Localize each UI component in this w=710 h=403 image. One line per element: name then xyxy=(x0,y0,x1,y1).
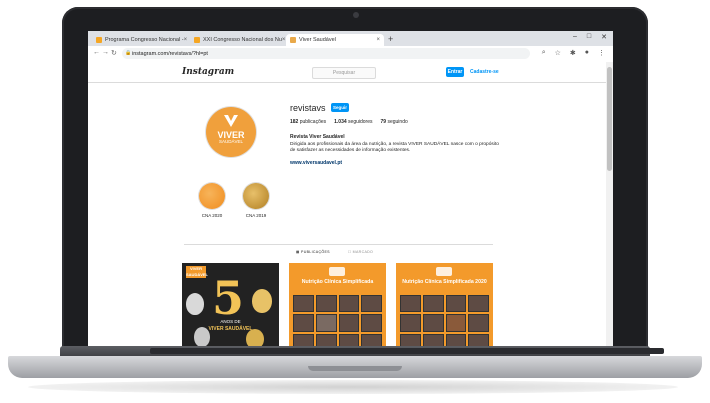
highlight-cover xyxy=(199,183,225,209)
laptop-screen: Programa Congresso Nacional - × XXI Cong… xyxy=(88,31,613,346)
avatar-brand-sub: SAUDÁVEL xyxy=(218,139,243,144)
forward-arrow-icon[interactable]: → xyxy=(102,49,109,56)
profile-avatar[interactable]: VIVER SAUDÁVEL xyxy=(206,107,256,157)
tab-programa[interactable]: Programa Congresso Nacional - × xyxy=(92,34,190,46)
profile-username: revistavs xyxy=(290,103,326,113)
favicon-icon xyxy=(290,37,296,43)
tab-publicacoes[interactable]: ▦ PUBLICAÇÕES xyxy=(296,250,330,254)
instagram-header: Instagram Pesquisar Entrar Cadastre-se xyxy=(88,62,606,83)
star-icon[interactable]: ☆ xyxy=(555,49,561,57)
tab-title: XXI Congresso Nacional dos Nu xyxy=(203,37,282,43)
profile-name: Revista Viver Saudável xyxy=(290,134,345,140)
balloon-shape xyxy=(252,289,272,313)
zoom-icon[interactable]: ⌕ xyxy=(542,49,546,57)
laptop-base xyxy=(8,346,702,400)
profile-tabs: ▦ PUBLICAÇÕES ☐ MARCADO xyxy=(296,250,373,254)
post-brand: VIVER SAUDÁVEL xyxy=(208,326,253,332)
close-icon[interactable]: × xyxy=(184,37,188,43)
reload-icon[interactable]: ↻ xyxy=(111,49,117,57)
minimize-button[interactable]: – xyxy=(573,33,577,41)
back-arrow-icon[interactable]: ← xyxy=(93,49,100,56)
tab-title: Programa Congresso Nacional - xyxy=(105,37,184,43)
post-headline: Nutrição Clínica Simplificada 2020 xyxy=(402,279,487,285)
video-grid xyxy=(293,295,382,346)
browser-toolbar: ← → ↻ 🔒 instagram.com/revistavs/?hl=pt ⌕… xyxy=(88,46,613,63)
balloon-shape xyxy=(186,293,204,315)
window-controls: – □ ✕ xyxy=(573,33,607,41)
tab-title: Viver Saudável xyxy=(299,37,336,43)
brand-logo xyxy=(436,267,452,276)
leaf-icon xyxy=(224,115,238,127)
profile-link[interactable]: www.viversaudavel.pt xyxy=(290,160,342,166)
highlight-cover xyxy=(243,183,269,209)
favicon-icon xyxy=(96,37,102,43)
tab-marcado[interactable]: ☐ MARCADO xyxy=(348,250,373,254)
video-grid xyxy=(400,295,489,346)
highlight-label: CNA 2019 xyxy=(245,213,267,218)
keyboard-edge xyxy=(150,348,664,354)
instagram-logo[interactable]: Instagram xyxy=(182,67,234,77)
highlight-label: CNA 2020 xyxy=(201,213,223,218)
tab-viver-saudavel[interactable]: Viver Saudável × xyxy=(286,34,384,46)
post-anniversary[interactable]: VIVER SAUDÁVEL 5 ANOS DE VIVER SAUDÁVEL xyxy=(182,263,279,346)
avatar-brand: VIVER xyxy=(217,130,245,140)
profile-icon[interactable]: ● xyxy=(585,49,589,57)
laptop-shadow xyxy=(28,380,678,394)
close-icon[interactable]: × xyxy=(282,37,286,43)
close-window-button[interactable]: ✕ xyxy=(601,33,607,41)
followers-stat[interactable]: 1.034 seguidores xyxy=(334,119,372,125)
post-headline: 5 xyxy=(212,271,245,325)
highlight-cna-2020[interactable]: CNA 2020 xyxy=(194,183,230,218)
browser-tabstrip: Programa Congresso Nacional - × XXI Cong… xyxy=(88,31,613,46)
tab-congresso[interactable]: XXI Congresso Nacional dos Nu × xyxy=(190,34,286,46)
following-stat[interactable]: 79 seguindo xyxy=(381,119,408,125)
lock-icon: 🔒 xyxy=(125,50,132,56)
favicon-icon xyxy=(194,37,200,43)
profile-stats: 182 publicações 1.034 seguidores 79 segu… xyxy=(290,119,408,125)
extensions-icon[interactable]: ✱ xyxy=(570,49,576,57)
close-icon[interactable]: × xyxy=(376,37,380,43)
post-sub: ANOS DE xyxy=(220,319,241,324)
address-bar[interactable]: 🔒 instagram.com/revistavs/?hl=pt xyxy=(122,48,530,59)
toolbar-icons: ⌕ ☆ ✱ ● ⋮ xyxy=(542,49,605,57)
post-badge: VIVER SAUDÁVEL xyxy=(186,266,209,278)
signup-link[interactable]: Cadastre-se xyxy=(470,67,499,77)
maximize-button[interactable]: □ xyxy=(587,33,591,41)
opening-notch xyxy=(308,366,402,371)
menu-icon[interactable]: ⋮ xyxy=(598,49,605,57)
new-tab-button[interactable]: + xyxy=(388,34,393,44)
profile-bio: Dirigida aos profissionais da área da nu… xyxy=(290,142,499,153)
brand-logo xyxy=(329,267,345,276)
post-nutricao-clinica-2020[interactable]: Nutrição Clínica Simplificada 2020 xyxy=(396,263,493,346)
follow-button[interactable]: Seguir xyxy=(331,103,349,112)
login-button[interactable]: Entrar xyxy=(446,67,464,77)
posts-stat: 182 publicações xyxy=(290,119,327,125)
laptop-deck xyxy=(8,356,702,378)
url-text: instagram.com/revistavs/?hl=pt xyxy=(132,50,208,57)
highlight-cna-2019[interactable]: CNA 2019 xyxy=(238,183,274,218)
profile-divider xyxy=(184,244,493,245)
post-headline: Nutrição Clínica Simplificada xyxy=(301,279,374,285)
post-nutricao-clinica[interactable]: Nutrição Clínica Simplificada xyxy=(289,263,386,346)
webcam xyxy=(353,12,359,18)
scrollbar-thumb[interactable] xyxy=(607,67,612,171)
search-input[interactable]: Pesquisar xyxy=(312,67,376,79)
